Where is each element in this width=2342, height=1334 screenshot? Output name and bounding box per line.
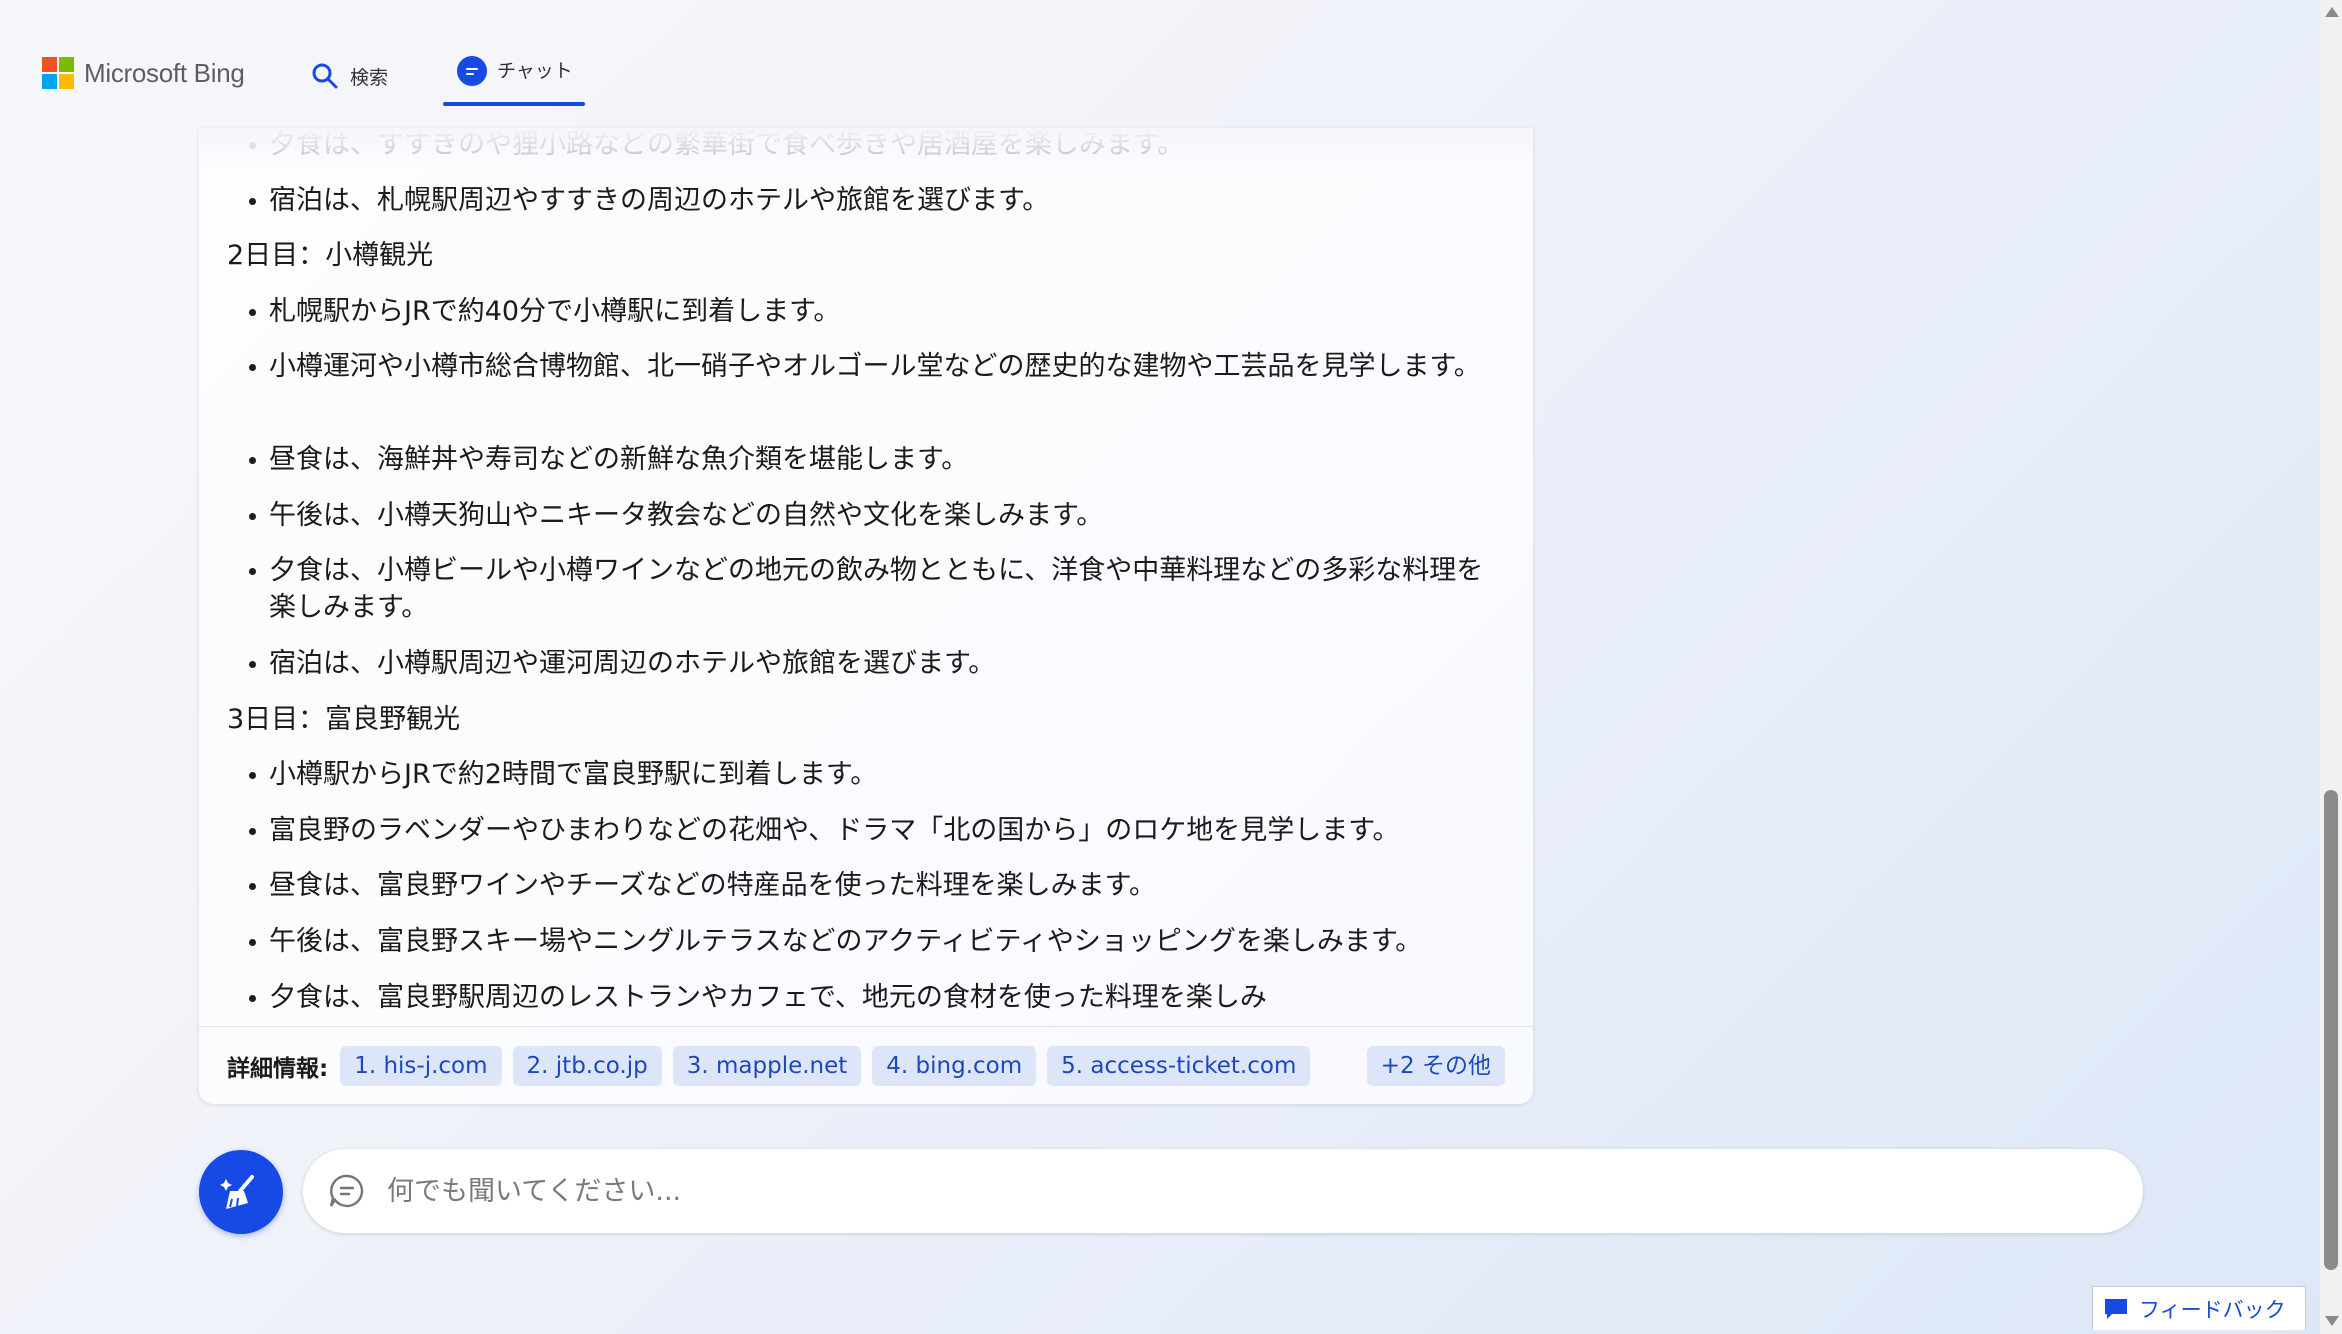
bing-logo[interactable]: Microsoft Bing	[42, 55, 245, 91]
source-link-4[interactable]: 4. bing.com	[872, 1046, 1037, 1086]
page-scrollbar[interactable]	[2320, 0, 2342, 1334]
list-item: 午後は、富良野スキー場やニングルテラスなどのアクティビティやショッピングを楽しみ…	[249, 923, 1509, 960]
chat-response-card: 夕食は、すすきのや狸小路などの繁華街で食べ歩きや居酒屋を楽しみます。 宿泊は、札…	[199, 128, 1533, 1104]
scroll-thumb[interactable]	[2324, 790, 2338, 1270]
list-item: 宿泊は、札幌駅周辺やすすきの周辺のホテルや旅館を選びます。	[249, 182, 1509, 219]
source-link-1[interactable]: 1. his-j.com	[340, 1046, 502, 1086]
list-item: 小樽運河や小樽市総合博物館、北一硝子やオルゴール堂などの歴史的な建物や工芸品を見…	[249, 348, 1489, 385]
scroll-up-arrow-icon[interactable]	[2325, 7, 2339, 17]
list-item: 富良野のラベンダーやひまわりなどの花畑や、ドラマ「北の国から」のロケ地を見学しま…	[249, 812, 1509, 849]
broom-icon	[220, 1175, 254, 1209]
list-item: 昼食は、海鮮丼や寿司などの新鮮な魚介類を堪能します。	[249, 441, 1509, 478]
active-tab-indicator	[443, 102, 585, 106]
response-content: 夕食は、すすきのや狸小路などの繁華街で食べ歩きや居酒屋を楽しみます。 宿泊は、札…	[199, 128, 1533, 1028]
tab-search-label: 検索	[350, 66, 389, 89]
tab-chat-label: チャット	[497, 60, 573, 82]
list-item: 午後は、小樽天狗山やニキータ教会などの自然や文化を楽しみます。	[249, 497, 1509, 534]
tab-chat[interactable]: チャット	[443, 52, 587, 106]
new-topic-button[interactable]	[199, 1150, 283, 1234]
scroll-down-arrow-icon[interactable]	[2325, 1316, 2339, 1326]
list-item: 夕食は、富良野駅周辺のレストランやカフェで、地元の食材を使った料理を楽しみ	[249, 979, 1509, 1016]
list-item: 小樽駅からJRで約2時間で富良野駅に到着します。	[249, 756, 1509, 793]
top-header: Microsoft Bing 検索 チャット	[0, 0, 2320, 130]
chat-input-box	[303, 1149, 2143, 1233]
chat-input[interactable]	[385, 1160, 2089, 1222]
more-sources-button[interactable]: +2 その他	[1366, 1046, 1505, 1086]
search-icon	[312, 63, 338, 89]
tab-search[interactable]: 検索	[310, 52, 388, 100]
list-item: 宿泊は、小樽駅周辺や運河周辺のホテルや旅館を選びます。	[249, 645, 1509, 682]
feedback-label: フィードバック	[2139, 1297, 2286, 1322]
microsoft-logo-icon	[42, 57, 74, 89]
source-link-2[interactable]: 2. jtb.co.jp	[512, 1046, 662, 1086]
list-item: 昼食は、富良野ワインやチーズなどの特産品を使った料理を楽しみます。	[249, 867, 1509, 904]
feedback-button[interactable]: フィードバック	[2092, 1286, 2306, 1330]
list-item: 夕食は、すすきのや狸小路などの繁華街で食べ歩きや居酒屋を楽しみます。	[249, 128, 1509, 163]
source-link-5[interactable]: 5. access-ticket.com	[1047, 1046, 1311, 1086]
sources-label: 詳細情報:	[227, 1056, 329, 1082]
list-item: 札幌駅からJRで約40分で小樽駅に到着します。	[249, 293, 1509, 330]
chat-bubble-icon	[329, 1174, 364, 1208]
day-heading: 2日目：小樽観光	[227, 240, 434, 271]
source-link-3[interactable]: 3. mapple.net	[672, 1046, 862, 1086]
feedback-icon	[2105, 1298, 2127, 1319]
list-item: 夕食は、小樽ビールや小樽ワインなどの地元の飲み物とともに、洋食や中華料理などの多…	[249, 552, 1499, 626]
sources-bar: 詳細情報: 1. his-j.com 2. jtb.co.jp 3. mappl…	[199, 1026, 1533, 1104]
brand-name: Microsoft Bing	[84, 57, 245, 88]
chat-icon	[457, 56, 487, 86]
day-heading: 3日目：富良野観光	[227, 704, 461, 735]
